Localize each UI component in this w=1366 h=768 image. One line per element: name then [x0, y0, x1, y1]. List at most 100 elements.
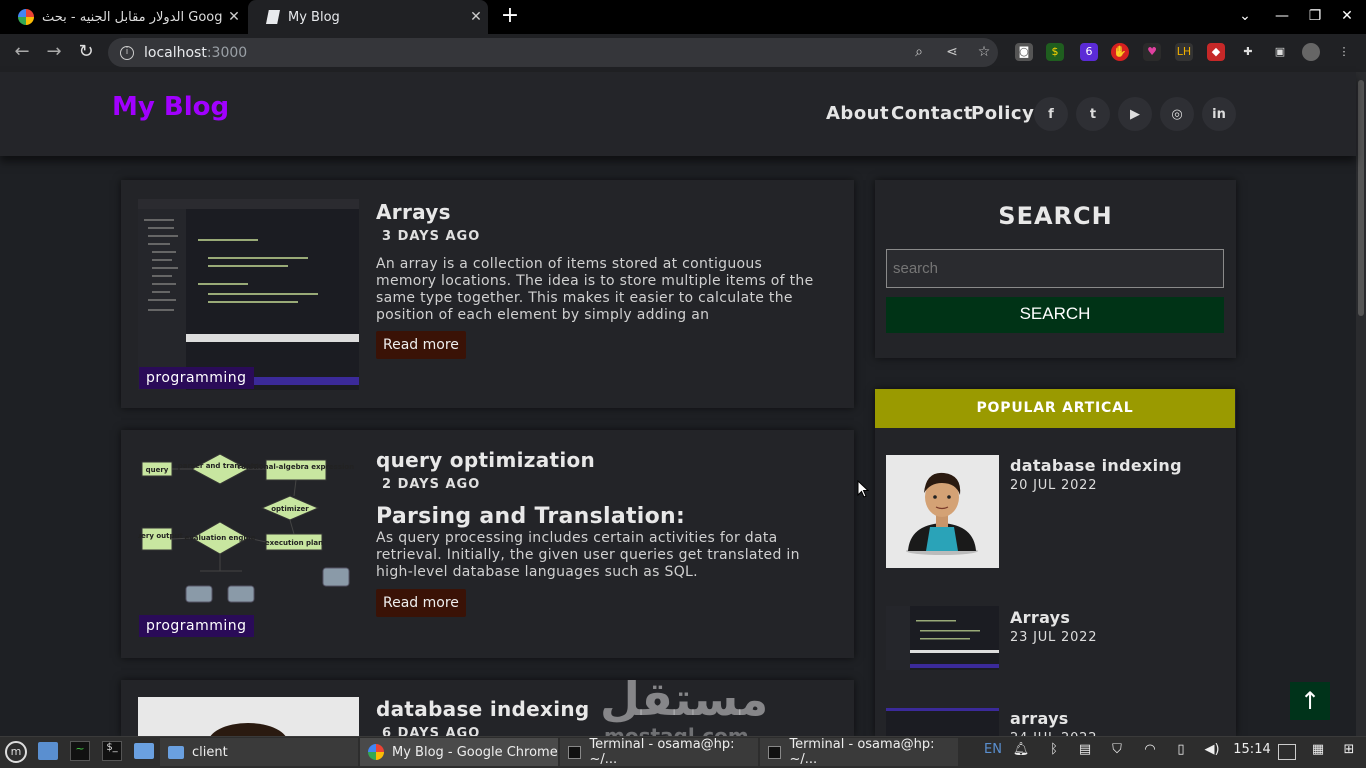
maximize-button[interactable]: ❐: [1305, 8, 1325, 24]
puzzle-purple-extension-icon[interactable]: 6: [1080, 43, 1098, 61]
dollar-extension-icon[interactable]: $: [1046, 43, 1064, 61]
read-more-button[interactable]: Read more: [376, 589, 466, 617]
taskbar-item-client[interactable]: client: [160, 738, 358, 766]
mouse-cursor-icon: [857, 480, 869, 498]
github-icon[interactable]: ◎: [1160, 97, 1194, 131]
nav-contact[interactable]: Contact: [891, 103, 973, 124]
profile-avatar[interactable]: [1302, 43, 1320, 61]
red-extension-icon[interactable]: ◆: [1207, 43, 1225, 61]
tab-search-chevron-icon[interactable]: ⌄: [1235, 8, 1255, 24]
search-button[interactable]: SEARCH: [886, 297, 1224, 333]
close-icon[interactable]: ✕: [222, 9, 246, 25]
post-subheading: Parsing and Translation:: [376, 504, 686, 529]
info-icon[interactable]: i: [120, 45, 134, 60]
code-editor-screenshot: [886, 606, 999, 670]
avatar-illustration: [210, 723, 286, 736]
diagram-node-optimizer: optimizer: [271, 505, 309, 513]
search-input[interactable]: [886, 249, 1224, 288]
reload-icon[interactable]: ↻: [75, 42, 97, 64]
nav-about[interactable]: About: [826, 103, 889, 124]
popular-title[interactable]: arrays: [1010, 709, 1069, 728]
post-title[interactable]: Arrays: [376, 200, 451, 224]
category-badge[interactable]: programming: [139, 367, 254, 389]
camera-extension-icon[interactable]: ◙: [1015, 43, 1033, 61]
close-icon[interactable]: ✕: [464, 9, 488, 25]
post-thumbnail[interactable]: [138, 697, 359, 736]
taskbar-item-terminal[interactable]: Terminal - osama@hp: ~/...: [560, 737, 758, 767]
back-to-top-arrow-icon[interactable]: ↑: [1290, 682, 1330, 720]
category-badge[interactable]: programming: [139, 615, 254, 637]
scrollbar-thumb[interactable]: [1358, 80, 1364, 316]
post-date: 2 DAYS AGO: [382, 477, 481, 492]
forward-arrow-icon[interactable]: →: [43, 42, 65, 64]
search-heading: SEARCH: [998, 202, 1113, 230]
terminal-launcher-icon[interactable]: $_: [102, 741, 122, 761]
linkedin-icon[interactable]: in: [1202, 97, 1236, 131]
share-icon[interactable]: ⋖: [943, 44, 961, 62]
post-excerpt: As query processing includes certain act…: [376, 530, 800, 580]
watermark-arabic: مستقل: [600, 672, 769, 726]
facebook-icon[interactable]: f: [1034, 97, 1068, 131]
post-title[interactable]: database indexing: [376, 697, 590, 721]
post-title[interactable]: query optimization: [376, 448, 595, 472]
volume-icon[interactable]: ◀): [1203, 742, 1221, 762]
diagram-node-query: query: [146, 466, 169, 474]
files-launcher-icon[interactable]: [134, 743, 154, 759]
popular-title[interactable]: Arrays: [1010, 608, 1070, 627]
heart-extension-icon[interactable]: ♥: [1143, 43, 1161, 61]
query-processing-diagram: query parser and translator relational-a…: [138, 453, 354, 603]
apps-grid-icon[interactable]: ▦: [1309, 742, 1327, 762]
bookmark-star-icon[interactable]: ☆: [975, 44, 993, 62]
hand-extension-icon[interactable]: ✋: [1111, 43, 1129, 61]
close-window-button[interactable]: ✕: [1337, 8, 1357, 24]
twitter-icon[interactable]: t: [1076, 97, 1110, 131]
wifi-icon[interactable]: ◠: [1140, 742, 1160, 762]
new-tab-button[interactable]: +: [498, 5, 522, 29]
bluetooth-icon[interactable]: ᛒ: [1045, 742, 1063, 762]
popular-title[interactable]: database indexing: [1010, 456, 1182, 475]
terminal-icon: [568, 745, 582, 759]
tab-google-search[interactable]: الدولار مقابل الجنيه - بحث Google ✕: [0, 0, 246, 34]
taskbar-item-terminal[interactable]: Terminal - osama@hp: ~/...: [760, 737, 958, 767]
start-menu-icon[interactable]: m: [5, 741, 27, 763]
taskbar-item-chrome[interactable]: My Blog - Google Chrome: [360, 738, 558, 766]
post-thumbnail[interactable]: [138, 199, 359, 390]
side-panel-icon[interactable]: ▣: [1271, 43, 1289, 61]
popular-date: 23 JUL 2022: [1010, 630, 1098, 645]
blog-favicon-icon: [266, 10, 280, 24]
notification-bell-icon[interactable]: 🔔︎: [1012, 742, 1030, 762]
post-date: 3 DAYS AGO: [382, 229, 481, 244]
clipboard-icon[interactable]: ▤: [1076, 742, 1094, 762]
extensions-puzzle-icon[interactable]: ✚: [1239, 43, 1257, 61]
keyboard-layout[interactable]: EN: [982, 742, 1004, 762]
minimize-button[interactable]: —: [1272, 8, 1292, 24]
url-host: localhost: [144, 44, 207, 61]
code-editor-screenshot: [138, 199, 359, 390]
read-more-button[interactable]: Read more: [376, 331, 466, 359]
back-arrow-icon[interactable]: ←: [11, 42, 33, 64]
system-monitor-icon[interactable]: ~: [70, 741, 90, 761]
post-date: 6 DAYS AGO: [382, 726, 481, 736]
shield-icon[interactable]: ⛉: [1108, 742, 1126, 762]
menu-kebab-icon[interactable]: ⋮: [1335, 43, 1353, 61]
tab-my-blog[interactable]: My Blog ✕: [248, 0, 488, 34]
calendar-icon[interactable]: [1278, 744, 1296, 760]
popular-thumbnail[interactable]: [886, 708, 999, 736]
post-thumbnail[interactable]: query parser and translator relational-a…: [138, 446, 359, 638]
popular-date: 20 JUL 2022: [1010, 478, 1098, 493]
show-desktop-icon[interactable]: [38, 742, 58, 760]
post-excerpt: An array is a collection of items stored…: [376, 256, 814, 323]
nav-policy[interactable]: Policy: [971, 103, 1034, 124]
lh-extension-icon[interactable]: LH: [1175, 43, 1193, 61]
avatar-illustration: [906, 472, 978, 555]
address-bar[interactable]: i localhost:3000: [108, 38, 998, 67]
zoom-icon[interactable]: ⌕: [910, 44, 928, 62]
battery-icon[interactable]: ▯: [1172, 742, 1190, 762]
chrome-icon: [368, 744, 384, 760]
popular-thumbnail[interactable]: [886, 455, 999, 568]
youtube-icon[interactable]: ▶: [1118, 97, 1152, 131]
popular-thumbnail[interactable]: [886, 606, 999, 670]
clock[interactable]: 15:14: [1232, 742, 1272, 762]
layout-grid-icon[interactable]: ⊞: [1340, 742, 1358, 762]
site-logo[interactable]: My Blog: [112, 92, 229, 122]
